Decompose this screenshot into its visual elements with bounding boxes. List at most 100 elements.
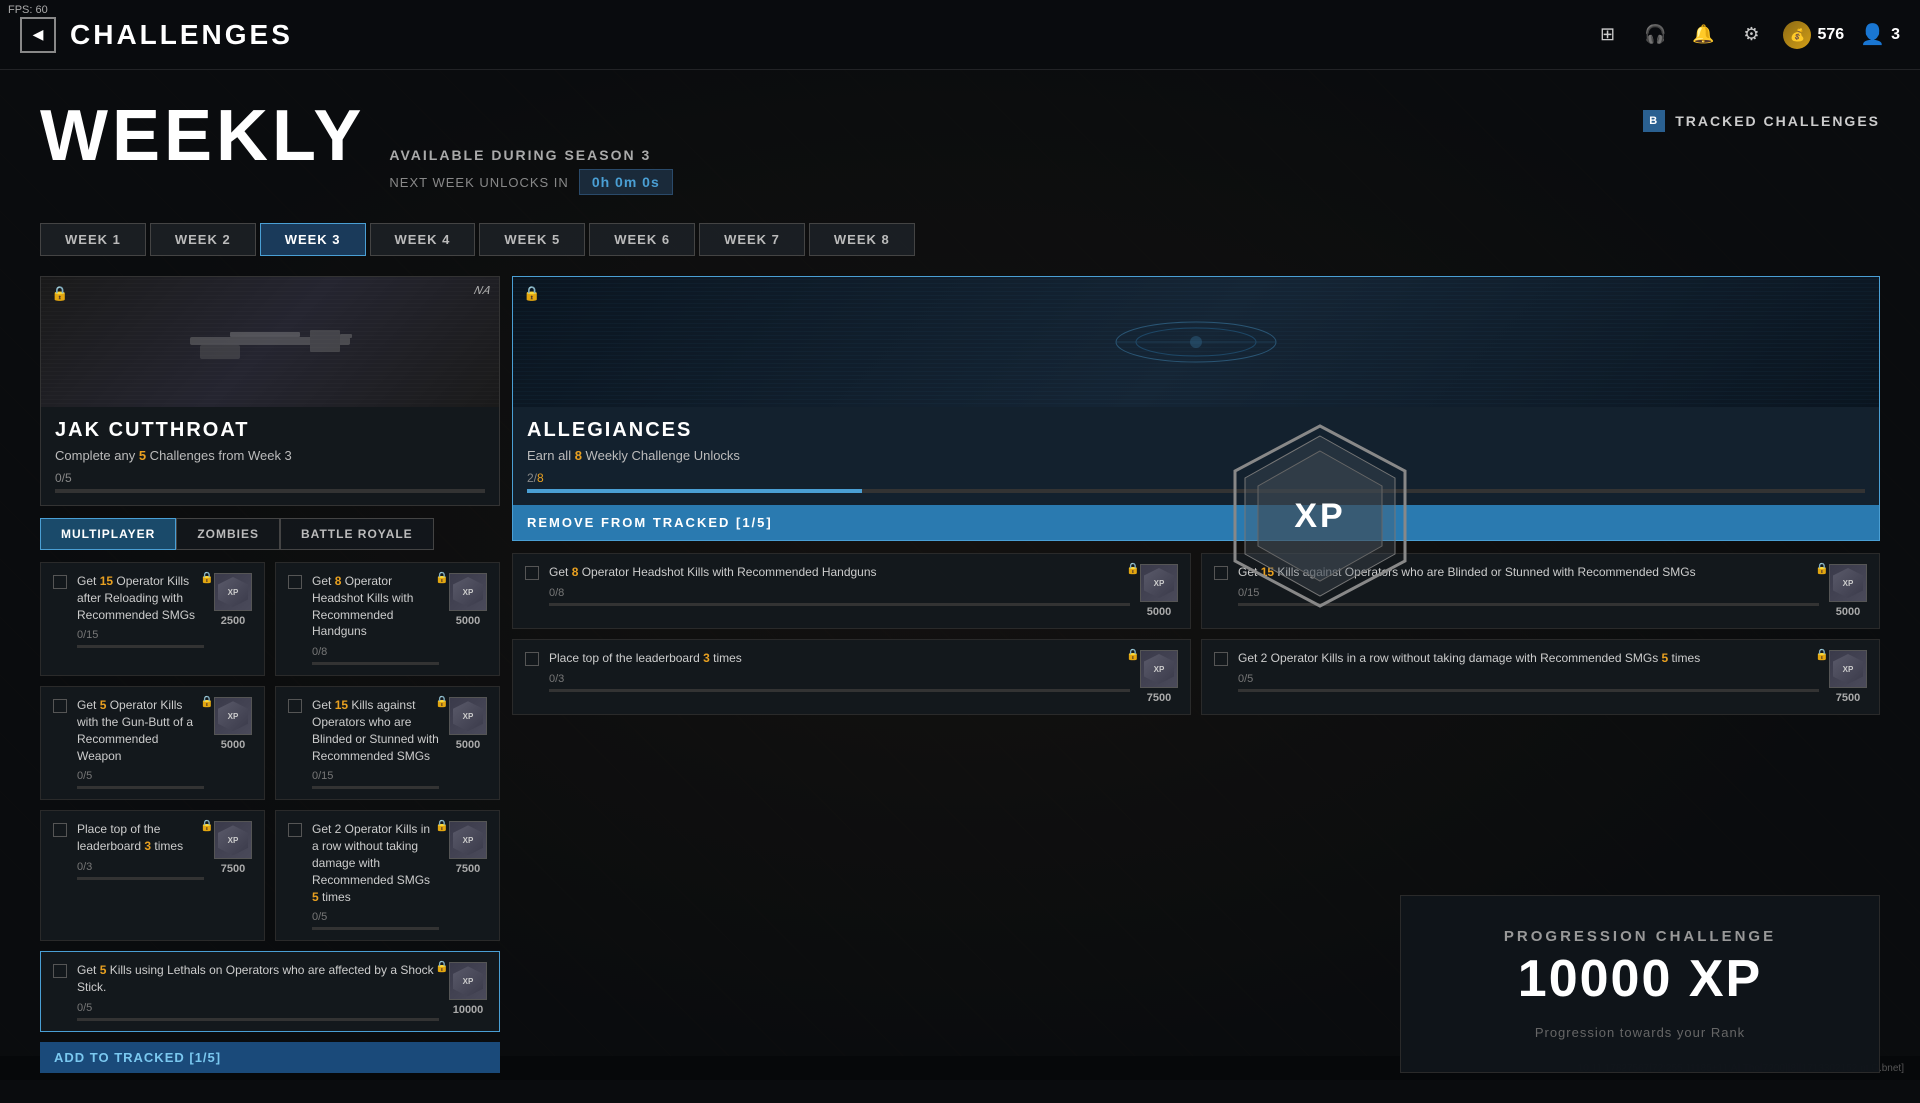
xp-badge-5: XP — [214, 821, 252, 859]
challenge-info-6: Get 2 Operator Kills in a row without ta… — [312, 821, 439, 930]
grid-icon[interactable]: ⊞ — [1591, 19, 1623, 51]
alleg-progress: 2/8 — [527, 471, 1865, 485]
challenge-text-5: Place top of the leaderboard 3 times — [77, 821, 204, 855]
season-label: AVAILABLE DURING SEASON 3 — [389, 147, 672, 163]
back-button[interactable] — [20, 17, 56, 53]
tab-zombies[interactable]: ZOMBIES — [176, 518, 280, 550]
checkbox-3[interactable] — [53, 699, 67, 713]
tab-week5[interactable]: WEEK 5 — [479, 223, 585, 256]
currency-display: 💰 576 — [1783, 21, 1844, 49]
topbar: FPS: 60 CHALLENGES ⊞ 🎧 🔔 ⚙ 💰 576 👤 3 — [0, 0, 1920, 70]
challenge-right-4: XP 5000 — [449, 697, 487, 751]
remove-tracked-bar[interactable]: REMOVE FROM TRACKED [1/5] — [513, 505, 1879, 540]
tab-week3[interactable]: WEEK 3 — [260, 223, 366, 256]
r-info-4: Get 2 Operator Kills in a row without ta… — [1238, 650, 1819, 692]
tab-week4[interactable]: WEEK 4 — [370, 223, 476, 256]
right-challenge-grid: 🔒 Get 8 Operator Headshot Kills with Rec… — [512, 553, 1880, 715]
r-info-1: Get 8 Operator Headshot Kills with Recom… — [549, 564, 1130, 606]
r-challenge-1: 🔒 Get 8 Operator Headshot Kills with Rec… — [512, 553, 1191, 629]
jak-desc-highlight: 5 — [139, 448, 146, 463]
topbar-right: ⊞ 🎧 🔔 ⚙ 💰 576 👤 3 — [1591, 19, 1900, 51]
allegiances-svg — [1086, 307, 1306, 377]
r-checkbox-4[interactable] — [1214, 652, 1228, 666]
tab-week2[interactable]: WEEK 2 — [150, 223, 256, 256]
topbar-left: CHALLENGES — [20, 17, 293, 53]
mini-progress-5 — [77, 877, 204, 880]
checkbox-1[interactable] — [53, 575, 67, 589]
r-xp-badge-2: XP — [1829, 564, 1867, 602]
r-xp-badge-3: XP — [1140, 650, 1178, 688]
r-text-3: Place top of the leaderboard 3 times — [549, 650, 1130, 667]
timer-value: 0h 0m 0s — [579, 169, 673, 195]
r-right-4: XP 7500 — [1829, 650, 1867, 704]
checkbox-2[interactable] — [288, 575, 302, 589]
challenge-right-3: XP 5000 — [214, 697, 252, 751]
alleg-progress-fill — [527, 489, 862, 493]
content-grid: 🔒 𝑁𝐴 JAK CUTTHROAT Complete any 5 Challe… — [40, 276, 1880, 1073]
challenge-item-6: 🔒 Get 2 Operator Kills in a row without … — [275, 810, 500, 941]
main-content: WEEKLY AVAILABLE DURING SEASON 3 NEXT WE… — [0, 70, 1920, 1103]
r-checkbox-1[interactable] — [525, 566, 539, 580]
challenge-item-1: 🔒 Get 15 Operator Kills after Reloading … — [40, 562, 265, 676]
settings-icon[interactable]: ⚙ — [1735, 19, 1767, 51]
xp-badge-1: XP — [214, 573, 252, 611]
mini-progress-1 — [77, 645, 204, 648]
allegiances-image: 🔒 — [513, 277, 1879, 407]
tracked-challenges-button[interactable]: B TRACKED CHALLENGES — [1643, 110, 1880, 132]
challenge-text-2: Get 8 Operator Headshot Kills with Recom… — [312, 573, 439, 640]
weapon-badge: 𝑁𝐴 — [474, 285, 489, 298]
xp-badge-6: XP — [449, 821, 487, 859]
alleg-desc: Earn all 8 Weekly Challenge Unlocks — [527, 448, 1865, 463]
player-icon: 👤 — [1860, 22, 1885, 47]
tab-week8[interactable]: WEEK 8 — [809, 223, 915, 256]
mini-progress-3 — [77, 786, 204, 789]
progress-7: 0/5 — [77, 1002, 439, 1014]
header-left: WEEKLY AVAILABLE DURING SEASON 3 NEXT WE… — [40, 100, 673, 195]
challenge-right-2: XP 5000 — [449, 573, 487, 627]
jak-title: JAK CUTTHROAT — [55, 419, 485, 442]
mini-progress-2 — [312, 662, 439, 665]
checkbox-5[interactable] — [53, 823, 67, 837]
tracked-label: TRACKED CHALLENGES — [1675, 113, 1880, 129]
lock-5: 🔒 — [200, 819, 214, 832]
challenge-item-7: 🔒 Get 5 Kills using Lethals on Operators… — [40, 951, 500, 1032]
xp-badge-4: XP — [449, 697, 487, 735]
r-checkbox-3[interactable] — [525, 652, 539, 666]
xp-badge-2: XP — [449, 573, 487, 611]
tab-battle-royale[interactable]: BATTLE ROYALE — [280, 518, 434, 550]
checkbox-6[interactable] — [288, 823, 302, 837]
jak-progress-text: 0/5 — [55, 471, 485, 485]
r-lock-2: 🔒 — [1815, 562, 1829, 575]
notification-icon[interactable]: 🔔 — [1687, 19, 1719, 51]
tab-week1[interactable]: WEEK 1 — [40, 223, 146, 256]
r-challenge-4: 🔒 Get 2 Operator Kills in a row without … — [1201, 639, 1880, 715]
checkbox-7[interactable] — [53, 964, 67, 978]
checkbox-4[interactable] — [288, 699, 302, 713]
tab-week7[interactable]: WEEK 7 — [699, 223, 805, 256]
challenge-text-7: Get 5 Kills using Lethals on Operators w… — [77, 962, 439, 996]
challenge-text-6: Get 2 Operator Kills in a row without ta… — [312, 821, 439, 905]
r-xp-4: 7500 — [1836, 692, 1860, 704]
xp-amount-4: 5000 — [456, 739, 480, 751]
challenge-text-3: Get 5 Operator Kills with the Gun-Butt o… — [77, 697, 204, 764]
page-header: WEEKLY AVAILABLE DURING SEASON 3 NEXT WE… — [40, 100, 1880, 195]
week-tabs: WEEK 1 WEEK 2 WEEK 3 WEEK 4 WEEK 5 WEEK … — [40, 223, 1880, 256]
challenge-list-left: 🔒 Get 15 Operator Kills after Reloading … — [40, 562, 500, 1073]
tab-week6[interactable]: WEEK 6 — [589, 223, 695, 256]
r-xp-1: 5000 — [1147, 606, 1171, 618]
player-badge: 👤 3 — [1860, 22, 1900, 47]
mini-progress-7 — [77, 1018, 439, 1021]
xp-amount-1: 2500 — [221, 615, 245, 627]
page-title: CHALLENGES — [70, 19, 293, 51]
progression-panel: PROGRESSION CHALLENGE 10000 XP Progressi… — [1400, 895, 1880, 1073]
r-lock-1: 🔒 — [1126, 562, 1140, 575]
progress-3: 0/5 — [77, 770, 204, 782]
headphones-icon[interactable]: 🎧 — [1639, 19, 1671, 51]
progress-6: 0/5 — [312, 911, 439, 923]
challenge-right-6: XP 7500 — [449, 821, 487, 875]
allegiances-card: 🔒 ALLEGIANCES Earn all 8 Weekly Challeng… — [512, 276, 1880, 541]
add-to-tracked-bar[interactable]: ADD TO TRACKED [1/5] — [40, 1042, 500, 1073]
r-mini-progress-3 — [549, 689, 1130, 692]
tab-multiplayer[interactable]: MULTIPLAYER — [40, 518, 176, 550]
r-xp-3: 7500 — [1147, 692, 1171, 704]
